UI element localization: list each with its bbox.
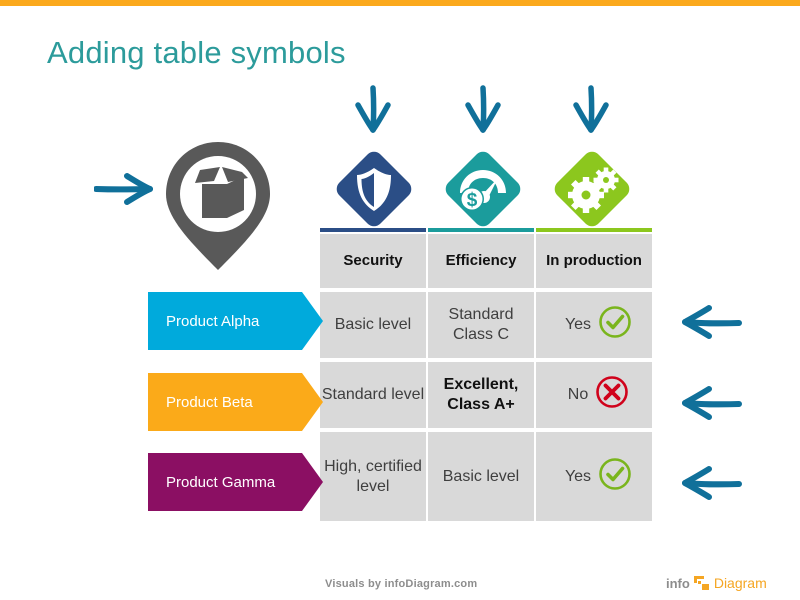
check-circle-icon	[597, 304, 633, 346]
gears-icon	[551, 148, 633, 230]
cross-circle-icon	[594, 374, 630, 416]
product-label-beta[interactable]: Product Beta	[148, 373, 323, 431]
product-label-gamma[interactable]: Product Gamma	[148, 453, 323, 511]
table-cell-security-gamma: High, certified level	[320, 432, 426, 521]
table-header-efficiency: Efficiency	[428, 234, 534, 288]
production-value-gamma: Yes	[564, 467, 592, 485]
column-rule-production	[536, 228, 652, 232]
down-arrow-icon-production	[569, 85, 613, 133]
left-arrow-icon-row-beta	[681, 384, 743, 422]
product-label-alpha[interactable]: Product Alpha	[148, 292, 323, 350]
table-cell-efficiency-alpha: Standard Class C	[428, 292, 534, 358]
product-label-gamma-text: Product Gamma	[166, 473, 276, 491]
production-value-alpha: Yes	[564, 316, 592, 333]
footer-credit: Visuals by infoDiagram.com	[325, 578, 478, 590]
product-label-beta-text: Product Beta	[166, 393, 253, 411]
top-accent-bar	[0, 0, 800, 6]
table-cell-efficiency-gamma: Basic level	[428, 432, 534, 521]
product-label-alpha-text: Product Alpha	[166, 312, 260, 330]
logo-mark-icon	[693, 575, 711, 591]
column-rule-efficiency	[428, 228, 534, 232]
comparison-table: Security Efficiency In production Basic …	[320, 228, 652, 521]
production-value-beta: No	[567, 386, 589, 403]
table-header-security: Security	[320, 234, 426, 288]
logo-info-text: info	[666, 575, 690, 591]
svg-text:$: $	[467, 190, 478, 211]
logo-diagram-text: Diagram	[713, 575, 767, 591]
package-pin-icon	[162, 140, 274, 272]
table-header-production: In production	[536, 234, 652, 288]
table-cell-production-gamma: Yes	[536, 432, 652, 521]
down-arrow-icon-efficiency	[461, 85, 505, 133]
check-circle-icon	[597, 456, 633, 498]
table-cell-production-beta: No	[536, 362, 652, 428]
page-title: Adding table symbols	[47, 35, 346, 70]
shield-icon	[333, 148, 415, 230]
left-arrow-icon-row-gamma	[681, 464, 743, 502]
pointer-arrow-right-icon	[93, 170, 154, 206]
table-cell-security-beta: Standard level	[320, 362, 426, 428]
table-cell-production-alpha: Yes	[536, 292, 652, 358]
down-arrow-icon-security	[351, 85, 395, 133]
infodiagram-logo: info Diagram	[666, 572, 786, 594]
table-cell-security-alpha: Basic level	[320, 292, 426, 358]
slide-canvas: Adding table symbols $ Security Efficien…	[0, 0, 800, 600]
column-rule-security	[320, 228, 426, 232]
left-arrow-icon-row-alpha	[681, 303, 743, 341]
table-cell-efficiency-beta: Excellent, Class A+	[428, 362, 534, 428]
speedometer-dollar-icon: $	[442, 148, 524, 230]
